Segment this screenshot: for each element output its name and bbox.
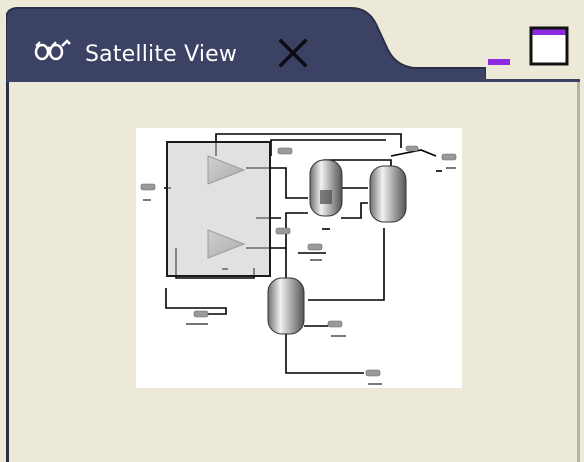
viewport-rectangle[interactable] — [166, 141, 271, 277]
satellite-view-icon — [34, 38, 72, 62]
content-top-divider — [6, 79, 580, 82]
satellite-view-panel: Satellite View — [0, 0, 584, 462]
close-icon[interactable] — [276, 36, 310, 70]
maximize-icon[interactable] — [529, 26, 569, 66]
tab-satellite-view[interactable]: Satellite View — [6, 6, 486, 80]
panel-title: Satellite View — [85, 42, 238, 67]
minimize-icon[interactable] — [488, 50, 510, 66]
